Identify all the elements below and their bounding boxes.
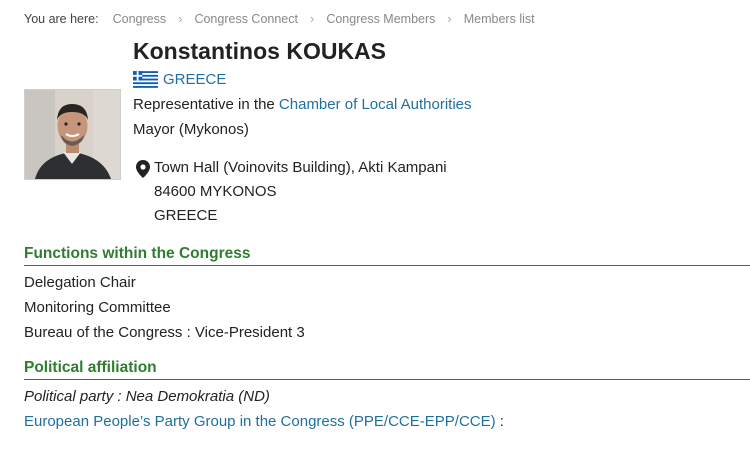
country-link[interactable]: GREECE: [163, 71, 226, 88]
function-item: Bureau of the Congress : Vice-President …: [24, 324, 305, 341]
breadcrumb: You are here: Congress › Congress Connec…: [24, 11, 535, 26]
functions-list: Delegation Chair Monitoring Committee Bu…: [24, 270, 305, 345]
political-group-link[interactable]: European People’s Party Group in the Con…: [24, 413, 496, 430]
member-address: Town Hall (Voinovits Building), Akti Kam…: [133, 156, 447, 228]
breadcrumb-item-members-list[interactable]: Members list: [464, 12, 535, 26]
breadcrumb-item-congress-members[interactable]: Congress Members: [326, 12, 435, 26]
breadcrumb-item-congress[interactable]: Congress: [113, 12, 167, 26]
political-affiliation-heading: Political affiliation: [24, 359, 750, 380]
member-photo: [24, 89, 121, 180]
political-list: Political party : Nea Demokratia (ND) Eu…: [24, 384, 504, 434]
role-prefix: Representative in the: [133, 96, 279, 113]
chevron-right-icon: ›: [309, 11, 315, 26]
member-role: Representative in the Chamber of Local A…: [133, 96, 472, 113]
map-pin-icon: [136, 160, 150, 178]
function-item: Monitoring Committee: [24, 299, 171, 316]
member-name: Konstantinos KOUKAS: [133, 38, 386, 64]
breadcrumb-item-congress-connect[interactable]: Congress Connect: [194, 12, 298, 26]
political-party: Political party : Nea Demokratia (ND): [24, 388, 270, 405]
functions-heading: Functions within the Congress: [24, 245, 750, 266]
greece-flag-icon: [133, 71, 158, 88]
address-line-3: GREECE: [154, 207, 218, 224]
political-group-suffix: :: [495, 413, 504, 430]
political-group: European People’s Party Group in the Con…: [24, 409, 504, 434]
chevron-right-icon: ›: [178, 11, 183, 26]
function-item: Delegation Chair: [24, 274, 136, 291]
chamber-link[interactable]: Chamber of Local Authorities: [279, 96, 472, 113]
breadcrumb-lead: You are here:: [24, 11, 99, 26]
member-portrait-image: [25, 90, 120, 179]
member-country: GREECE: [133, 71, 226, 88]
address-line-1: Town Hall (Voinovits Building), Akti Kam…: [154, 159, 447, 176]
chevron-right-icon: ›: [447, 11, 452, 26]
address-line-2: 84600 MYKONOS: [154, 183, 277, 200]
member-position: Mayor (Mykonos): [133, 121, 249, 138]
